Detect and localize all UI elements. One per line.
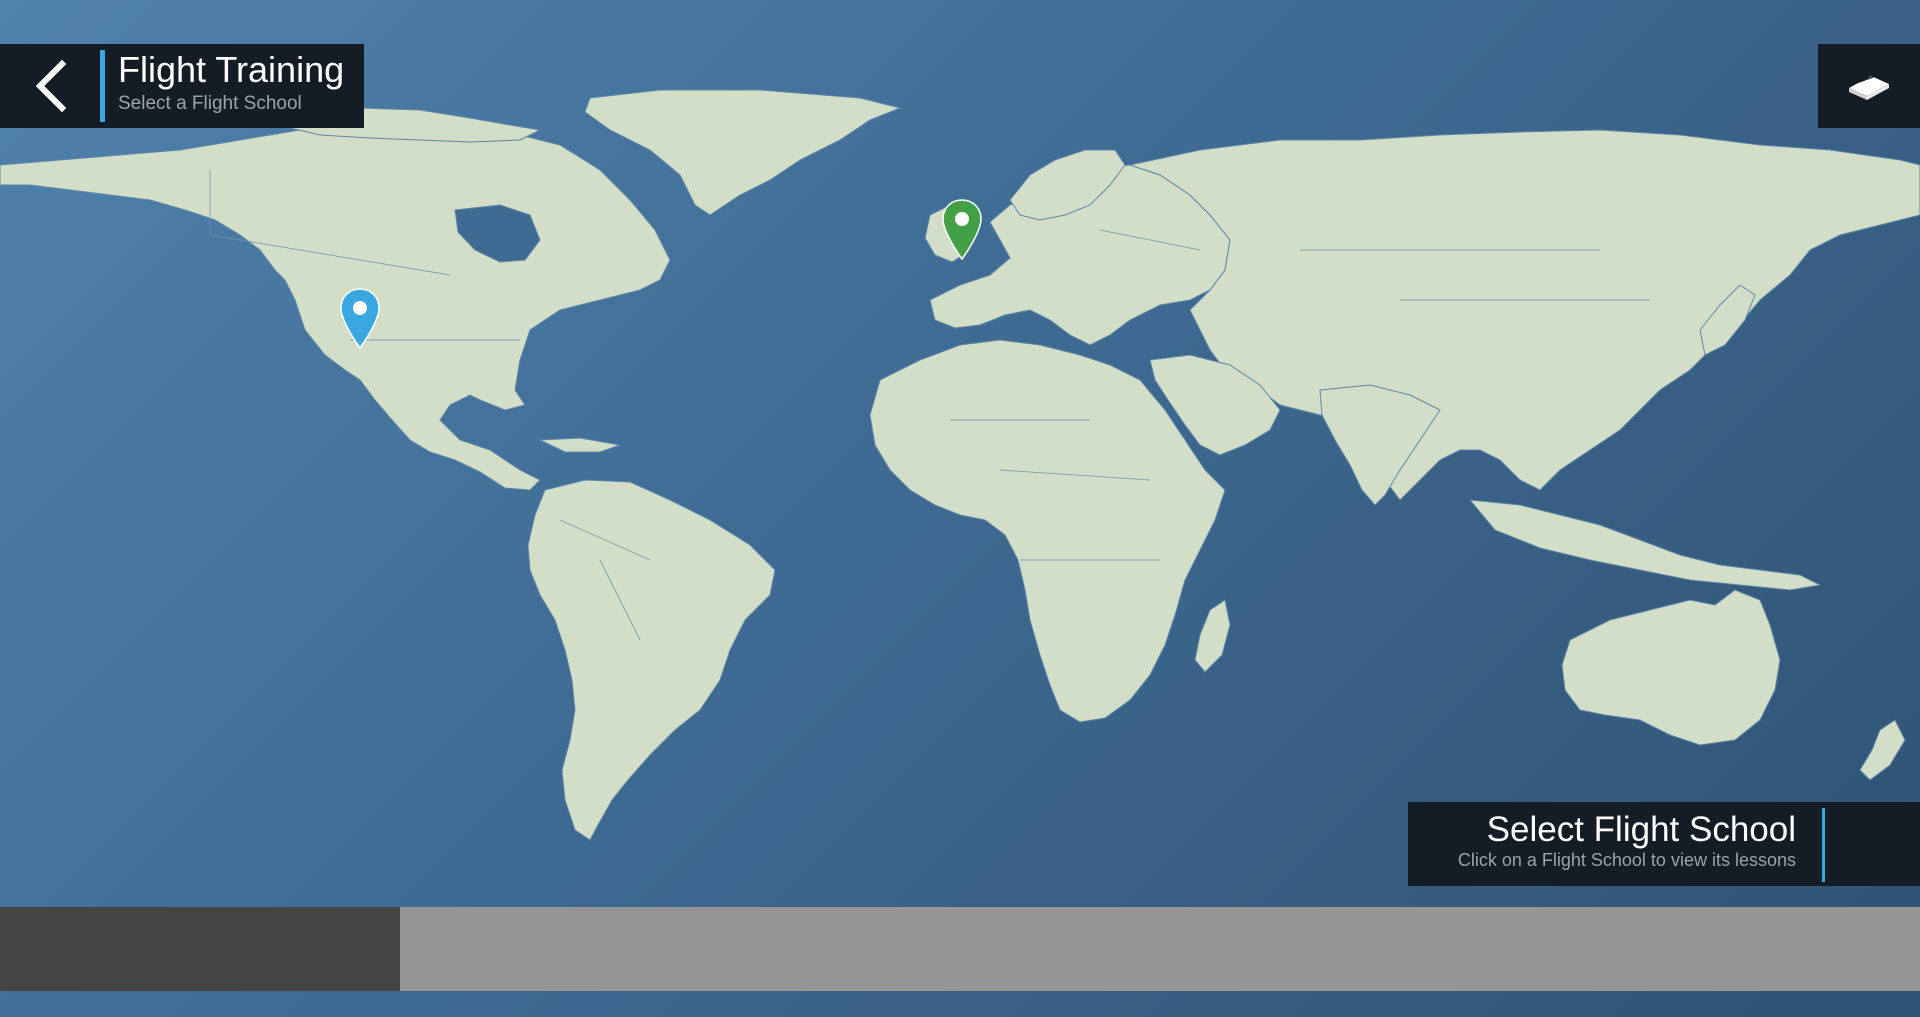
map-pin-icon <box>942 199 982 261</box>
greenland <box>584 89 902 216</box>
info-title: Select Flight School <box>1486 810 1796 849</box>
caribbean <box>539 437 622 453</box>
indonesia <box>1468 499 1822 591</box>
bottom-bar <box>0 907 1920 991</box>
logbook-button[interactable] <box>1818 44 1920 128</box>
info-panel: Select Flight School Click on a Flight S… <box>1408 802 1920 886</box>
book-icon <box>1849 75 1889 100</box>
flight-school-pin-usa[interactable] <box>340 288 380 355</box>
info-text: Select Flight School Click on a Flight S… <box>1458 810 1796 871</box>
map-pin-icon <box>340 288 380 350</box>
flight-training-screen: Flight Training Select a Flight School S… <box>0 0 1920 1017</box>
new-zealand <box>1859 719 1906 781</box>
bottom-bar-right <box>400 907 1920 991</box>
north-america <box>0 127 671 491</box>
flight-school-pin-europe[interactable] <box>942 199 982 266</box>
bottom-bar-left <box>0 907 400 991</box>
australia <box>1561 589 1781 746</box>
chevron-left-icon <box>35 59 67 113</box>
page-subtitle: Select a Flight School <box>118 92 302 114</box>
header-panel: Flight Training Select a Flight School <box>0 44 364 128</box>
south-america <box>527 479 776 841</box>
page-title: Flight Training <box>118 49 345 90</box>
asia <box>1128 129 1920 501</box>
back-button[interactable] <box>0 44 100 128</box>
header-text: Flight Training Select a Flight School <box>105 44 344 128</box>
info-subtitle: Click on a Flight School to view its les… <box>1457 850 1796 871</box>
info-accent-bar <box>1822 808 1825 882</box>
madagascar <box>1194 599 1231 673</box>
